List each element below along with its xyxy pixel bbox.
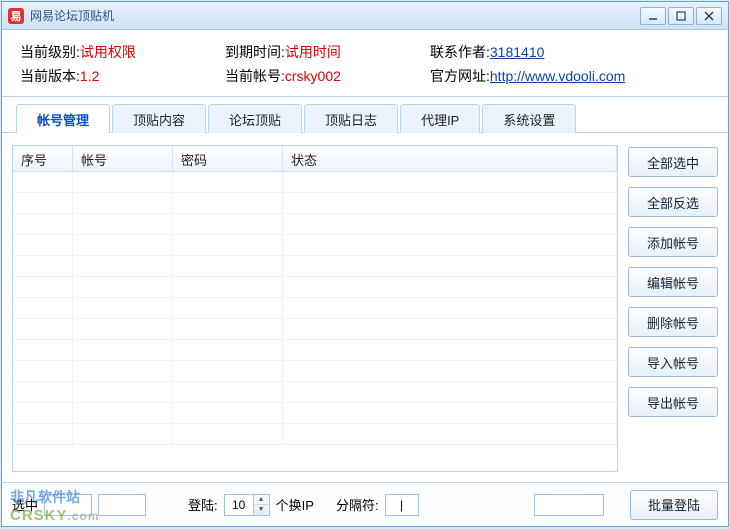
minimize-button[interactable]: [640, 7, 666, 25]
extra-input[interactable]: [534, 494, 604, 516]
select-all-button[interactable]: 全部选中: [628, 147, 718, 177]
table-row[interactable]: [13, 340, 617, 361]
side-buttons: 全部选中 全部反选 添加帐号 编辑帐号 删除帐号 导入帐号 导出帐号: [628, 145, 718, 472]
table-row[interactable]: [13, 319, 617, 340]
col-status[interactable]: 状态: [283, 146, 617, 171]
account-label: 当前帐号:: [225, 68, 285, 84]
window-title: 网易论坛顶贴机: [30, 7, 640, 24]
separator-input[interactable]: [385, 494, 419, 516]
account-value: crsky002: [285, 68, 341, 84]
table-row[interactable]: [13, 172, 617, 193]
expire-value: 试用时间: [285, 44, 341, 60]
batch-login-button[interactable]: 批量登陆: [630, 490, 718, 520]
version-label: 当前版本:: [20, 68, 80, 84]
delete-account-button[interactable]: 删除帐号: [628, 307, 718, 337]
table-row[interactable]: [13, 256, 617, 277]
tab-bar: 帐号管理 顶贴内容 论坛顶贴 顶贴日志 代理IP 系统设置: [2, 97, 728, 133]
level-label: 当前级别:: [20, 44, 80, 60]
table-row[interactable]: [13, 382, 617, 403]
add-account-button[interactable]: 添加帐号: [628, 227, 718, 257]
table-row[interactable]: [13, 361, 617, 382]
separator-label: 分隔符:: [336, 495, 379, 514]
site-link[interactable]: http://www.vdooli.com: [490, 68, 625, 84]
version-value: 1.2: [80, 68, 99, 84]
tab-accounts[interactable]: 帐号管理: [16, 104, 110, 133]
table-body[interactable]: [13, 172, 617, 471]
account-table: 序号 帐号 密码 状态: [12, 145, 618, 472]
table-row[interactable]: [13, 424, 617, 445]
export-account-button[interactable]: 导出帐号: [628, 387, 718, 417]
level-value: 试用权限: [80, 44, 136, 60]
tab-settings[interactable]: 系统设置: [482, 104, 576, 133]
col-password[interactable]: 密码: [173, 146, 283, 171]
table-header: 序号 帐号 密码 状态: [13, 146, 617, 172]
login-count-spinner[interactable]: ▲▼: [254, 494, 270, 516]
edit-account-button[interactable]: 编辑帐号: [628, 267, 718, 297]
app-icon: 易: [8, 8, 24, 24]
table-row[interactable]: [13, 277, 617, 298]
table-row[interactable]: [13, 235, 617, 256]
tab-proxy[interactable]: 代理IP: [400, 104, 480, 133]
col-account[interactable]: 帐号: [73, 146, 173, 171]
tab-bump[interactable]: 论坛顶贴: [208, 104, 302, 133]
titlebar: 易 网易论坛顶贴机: [2, 2, 728, 30]
login-count-input[interactable]: [224, 494, 254, 516]
tab-content[interactable]: 顶贴内容: [112, 104, 206, 133]
import-account-button[interactable]: 导入帐号: [628, 347, 718, 377]
col-index[interactable]: 序号: [13, 146, 73, 171]
table-row[interactable]: [13, 298, 617, 319]
tab-log[interactable]: 顶贴日志: [304, 104, 398, 133]
info-panel: 当前级别:试用权限 到期时间:试用时间 联系作者:3181410 当前版本:1.…: [2, 30, 728, 97]
contact-label: 联系作者:: [430, 44, 490, 60]
maximize-button[interactable]: [668, 7, 694, 25]
invert-select-button[interactable]: 全部反选: [628, 187, 718, 217]
close-button[interactable]: [696, 7, 722, 25]
contact-link[interactable]: 3181410: [490, 44, 545, 60]
select-to-input[interactable]: [98, 494, 146, 516]
login-label: 登陆:: [188, 495, 218, 514]
expire-label: 到期时间:: [225, 44, 285, 60]
select-label: 选中: [12, 495, 38, 514]
bottom-bar: 选中 登陆: ▲▼ 个换IP 分隔符: 批量登陆: [2, 482, 728, 526]
select-from-input[interactable]: [44, 494, 92, 516]
table-row[interactable]: [13, 214, 617, 235]
site-label: 官方网址:: [430, 68, 490, 84]
table-row[interactable]: [13, 193, 617, 214]
table-row[interactable]: [13, 403, 617, 424]
login-suffix: 个换IP: [276, 495, 314, 514]
